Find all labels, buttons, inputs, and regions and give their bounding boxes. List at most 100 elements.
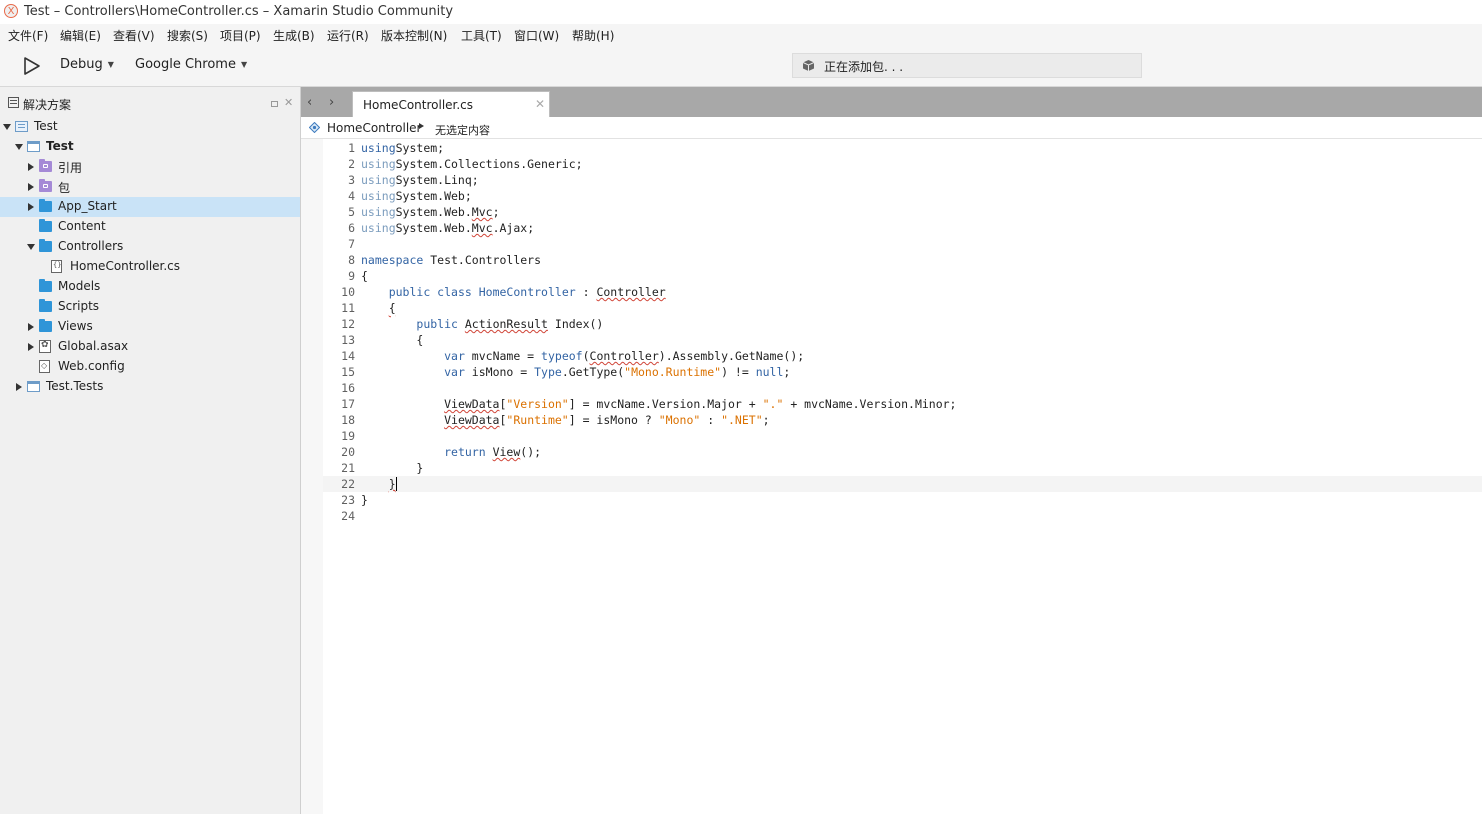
menu-version-control[interactable]: 版本控制(N) — [381, 27, 447, 44]
expander-expanded-icon[interactable] — [3, 124, 11, 130]
tree-item[interactable]: Test.Tests — [0, 377, 300, 397]
line-number: 22 — [341, 477, 355, 491]
code-line: 8 namespace Test.Controllers — [323, 252, 1482, 268]
code-token: Index() — [547, 317, 604, 331]
menu-run[interactable]: 运行(R) — [327, 27, 369, 44]
code-line: 21 } — [323, 460, 1482, 476]
tab-close-icon[interactable]: ✕ — [535, 97, 545, 111]
menu-search[interactable]: 搜索(S) — [167, 27, 208, 44]
code-line: 10 public class HomeController : Control… — [323, 284, 1482, 300]
line-content: { — [361, 300, 396, 316]
line-content: namespace Test.Controllers — [361, 252, 541, 268]
menu-build[interactable]: 生成(B) — [273, 27, 315, 44]
run-target-selector[interactable]: Google Chrome ▼ — [135, 57, 247, 72]
expander-collapsed-icon[interactable] — [28, 163, 34, 171]
code-token: using — [361, 157, 396, 171]
code-token: .Ajax; — [492, 221, 535, 235]
code-token: System.Web. — [395, 205, 472, 219]
tree-item[interactable]: Models — [0, 277, 300, 297]
path-class-selector[interactable]: HomeController — [327, 121, 421, 135]
code-editor[interactable]: 1 usingSystem; 2 usingSystem.Collections.Ge… — [323, 140, 1482, 524]
tree-item[interactable]: Test — [0, 117, 300, 137]
path-member-selector[interactable]: 无选定内容 — [435, 122, 490, 138]
solution-pad-header: 解决方案 ✕ — [0, 87, 300, 117]
code-token: ".NET" — [721, 413, 763, 427]
code-token: + mvcName.Version.Minor; — [783, 397, 957, 411]
code-token: ViewData — [444, 397, 500, 411]
pad-close-icon[interactable]: ✕ — [284, 97, 293, 109]
code-token: } — [361, 493, 368, 507]
code-token: using — [361, 205, 396, 219]
code-token: namespace — [361, 253, 424, 267]
expander-collapsed-icon[interactable] — [28, 183, 34, 191]
code-token: } — [388, 477, 396, 491]
line-content: usingSystem.Web.Mvc; — [361, 204, 500, 220]
code-token: System.Web. — [395, 221, 472, 235]
tree-item[interactable]: Web.config — [0, 357, 300, 377]
code-token: System; — [395, 141, 445, 155]
status-text: 正在添加包. . . — [824, 60, 904, 74]
code-line: 17 ViewData["Version"] = mvcName.Version… — [323, 396, 1482, 412]
line-number: 21 — [341, 461, 355, 475]
line-content: } — [361, 460, 423, 476]
pad-maximize-icon[interactable] — [271, 101, 278, 107]
line-content: usingSystem; — [361, 140, 444, 156]
tree-item[interactable]: 包 — [0, 177, 300, 197]
menu-tools[interactable]: 工具(T) — [461, 27, 502, 44]
code-line: 24 — [323, 508, 1482, 524]
tab-label: HomeController.cs — [363, 98, 474, 112]
build-configuration-selector[interactable]: Debug ▼ — [60, 57, 114, 72]
tree-item[interactable]: Content — [0, 217, 300, 237]
code-line: 7 — [323, 236, 1482, 252]
path-separator-icon — [419, 123, 424, 129]
code-token: ; — [783, 365, 791, 379]
expander-collapsed-icon[interactable] — [28, 343, 34, 351]
project-icon — [27, 141, 40, 152]
tree-item[interactable]: App_Start — [0, 197, 300, 217]
line-number: 16 — [341, 381, 355, 395]
navigate-forward-icon[interactable]: › — [329, 95, 334, 110]
tree-item[interactable]: HomeController.cs — [0, 257, 300, 277]
code-token: Test.Controllers — [423, 253, 542, 267]
expander-expanded-icon[interactable] — [27, 244, 35, 250]
line-content: } — [361, 476, 397, 492]
csharp-file-icon — [51, 260, 62, 273]
line-number: 7 — [348, 237, 355, 251]
code-token: public class — [388, 285, 472, 299]
line-number: 23 — [341, 493, 355, 507]
tree-item[interactable]: Controllers — [0, 237, 300, 257]
code-token: Controller — [596, 285, 666, 299]
solution-pad-title: 解决方案 — [23, 98, 72, 112]
menu-view[interactable]: 查看(V) — [113, 27, 155, 44]
menu-project[interactable]: 项目(P) — [220, 27, 261, 44]
code-token: Controller — [589, 349, 659, 363]
target-label: Google Chrome — [135, 57, 236, 72]
expander-collapsed-icon[interactable] — [28, 203, 34, 211]
config-file-icon — [39, 360, 50, 373]
tree-item[interactable]: Global.asax — [0, 337, 300, 357]
menu-edit[interactable]: 编辑(E) — [60, 27, 101, 44]
expander-collapsed-icon[interactable] — [16, 383, 22, 391]
expander-expanded-icon[interactable] — [15, 144, 23, 150]
code-token: "." — [762, 397, 784, 411]
tree-item[interactable]: Test — [0, 137, 300, 157]
tree-item[interactable]: 引用 — [0, 157, 300, 177]
expander-collapsed-icon[interactable] — [28, 323, 34, 331]
run-play-icon[interactable] — [22, 56, 42, 76]
line-number: 19 — [341, 429, 355, 443]
menu-help[interactable]: 帮助(H) — [572, 27, 614, 44]
configuration-label: Debug — [60, 57, 103, 72]
code-line: 3 usingSystem.Linq; — [323, 172, 1482, 188]
menu-window[interactable]: 窗口(W) — [514, 27, 559, 44]
menu-file[interactable]: 文件(F) — [8, 27, 48, 44]
tree-item[interactable]: Scripts — [0, 297, 300, 317]
code-token: return — [444, 445, 486, 459]
tree-item[interactable]: Views — [0, 317, 300, 337]
document-tab-bar: ‹ › HomeController.cs ✕ — [301, 87, 1482, 117]
tab-homecontroller[interactable]: HomeController.cs ✕ — [352, 91, 550, 117]
tree-item-label: Global.asax — [58, 339, 129, 353]
navigate-back-icon[interactable]: ‹ — [307, 95, 312, 110]
code-line: 16 — [323, 380, 1482, 396]
